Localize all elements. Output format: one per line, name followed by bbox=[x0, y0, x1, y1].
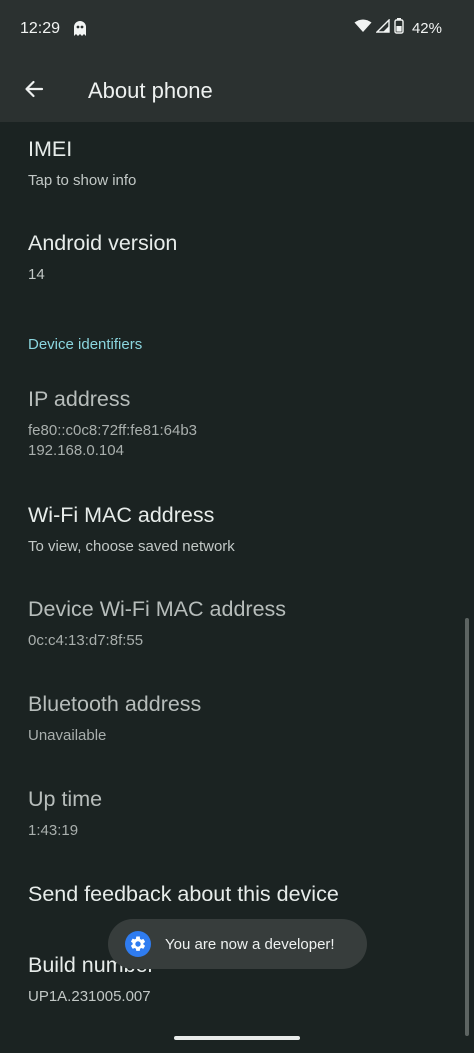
item-title: IP address bbox=[28, 387, 131, 411]
android-version-item[interactable]: Android version 14 bbox=[28, 231, 448, 285]
section-header: Device identifiers bbox=[28, 336, 143, 353]
item-title: IMEI bbox=[28, 137, 73, 161]
wifi-mac-address-item[interactable]: Wi-Fi MAC address To view, choose saved … bbox=[28, 503, 448, 557]
ghost-app-icon bbox=[73, 19, 87, 37]
settings-list[interactable]: IMEI Tap to show info Android version 14… bbox=[0, 122, 474, 1053]
item-summary: Tap to show info bbox=[28, 172, 137, 189]
item-title: Up time bbox=[28, 787, 103, 811]
bluetooth-address-item: Bluetooth address Unavailable bbox=[28, 692, 448, 746]
item-summary: 14 bbox=[28, 266, 45, 283]
item-summary: 0c:c4:13:d7:8f:55 bbox=[28, 632, 144, 649]
signal-icon bbox=[375, 18, 390, 38]
settings-gear-icon bbox=[125, 931, 151, 957]
item-summary: Unavailable bbox=[28, 727, 107, 744]
item-summary: fe80::c0c8:72ff:fe81:64b3 192.168.0.104 bbox=[28, 422, 198, 459]
up-time-item: Up time 1:43:19 bbox=[28, 787, 448, 841]
wifi-icon bbox=[354, 19, 372, 38]
imei-item[interactable]: IMEI Tap to show info bbox=[28, 137, 448, 191]
app-bar: About phone bbox=[0, 60, 474, 122]
item-summary: To view, choose saved network bbox=[28, 538, 235, 555]
developer-toast: You are now a developer! bbox=[108, 919, 367, 969]
item-title: Wi-Fi MAC address bbox=[28, 503, 215, 527]
back-button[interactable] bbox=[14, 71, 54, 111]
item-summary: 1:43:19 bbox=[28, 822, 79, 839]
status-time: 12:29 bbox=[20, 20, 61, 37]
item-title: Send feedback about this device bbox=[28, 882, 339, 906]
status-icons: 42% bbox=[354, 18, 442, 39]
scrollbar[interactable] bbox=[465, 618, 469, 1036]
item-title: Android version bbox=[28, 231, 178, 255]
item-title: Device Wi-Fi MAC address bbox=[28, 597, 287, 621]
status-bar: 12:29 42% bbox=[0, 0, 474, 60]
device-wifi-mac-address-item: Device Wi-Fi MAC address 0c:c4:13:d7:8f:… bbox=[28, 597, 448, 651]
item-summary: UP1A.231005.007 bbox=[28, 988, 151, 1005]
battery-percent: 42% bbox=[411, 20, 442, 37]
page-title: About phone bbox=[88, 78, 213, 103]
item-title: Bluetooth address bbox=[28, 692, 202, 716]
arrow-back-icon bbox=[24, 80, 44, 103]
battery-icon bbox=[394, 18, 404, 39]
gesture-nav-handle[interactable] bbox=[174, 1036, 300, 1040]
toast-message: You are now a developer! bbox=[165, 935, 335, 953]
send-feedback-item[interactable]: Send feedback about this device bbox=[28, 882, 448, 907]
ip-address-item: IP address fe80::c0c8:72ff:fe81:64b3 192… bbox=[28, 387, 448, 461]
